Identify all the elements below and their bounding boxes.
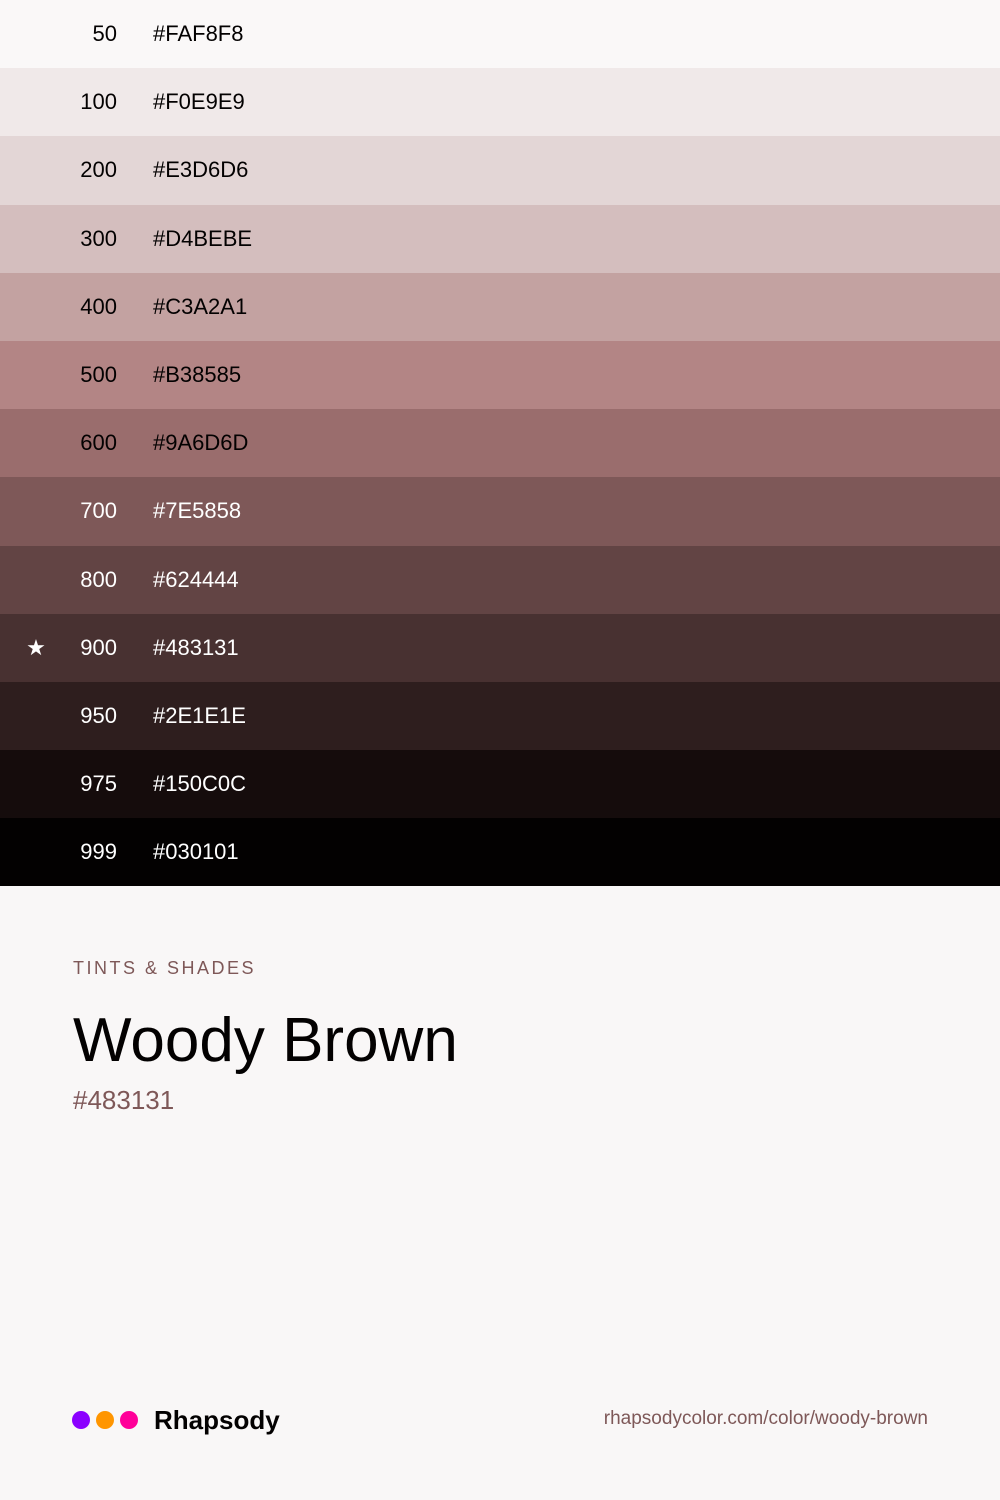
swatch-hex[interactable]: #2E1E1E — [153, 703, 246, 729]
swatch-shade: 700 — [80, 498, 117, 524]
swatch-shade: 800 — [80, 566, 117, 592]
swatch-list: 50 #FAF8F8 100 #F0E9E9 200 #E3D6D6 300 #D4BEBE 4… — [0, 0, 1000, 887]
swatch-hex[interactable]: #C3A2A1 — [153, 294, 247, 320]
swatch-row-600[interactable]: 600 #9A6D6D — [0, 409, 1000, 478]
page: 50 #FAF8F8 100 #F0E9E9 200 #E3D6D6 300 #D4BEBE 4… — [0, 0, 1000, 1500]
brand-dot-orange — [96, 1411, 114, 1429]
swatch-shade: 999 — [80, 839, 117, 865]
swatch-row-800[interactable]: 800 #624444 — [0, 545, 1000, 614]
swatch-row-950[interactable]: 950 #2E1E1E — [0, 681, 1000, 751]
swatch-hex[interactable]: #B38585 — [153, 362, 241, 388]
swatch-shade: 300 — [80, 225, 117, 251]
brand-dot-purple — [72, 1411, 90, 1429]
swatch-row-100[interactable]: 100 #F0E9E9 — [0, 68, 1000, 137]
swatch-row-999[interactable]: 999 #030101 — [0, 818, 1000, 887]
brand-name: Rhapsody — [154, 1404, 280, 1435]
swatch-row-975[interactable]: 975 #150C0C — [0, 750, 1000, 819]
swatch-hex[interactable]: #D4BEBE — [153, 226, 252, 252]
swatch-shade: 50 — [92, 21, 117, 47]
swatch-shade: 500 — [80, 362, 117, 388]
swatch-shade: 950 — [80, 702, 117, 728]
swatch-hex[interactable]: #030101 — [153, 839, 239, 865]
swatch-row-400[interactable]: 400 #C3A2A1 — [0, 272, 1000, 341]
swatch-shade: 900 — [80, 634, 117, 660]
section-label: TINTS & SHADES — [73, 958, 257, 978]
swatch-hex[interactable]: #483131 — [153, 635, 239, 661]
swatch-shade: 200 — [80, 157, 117, 183]
swatch-row-50[interactable]: 50 #FAF8F8 — [0, 0, 1000, 69]
swatch-row-500[interactable]: 500 #B38585 — [0, 340, 1000, 410]
color-hex: #483131 — [73, 1085, 175, 1116]
swatch-hex[interactable]: #7E5858 — [153, 498, 241, 524]
color-info: TINTS & SHADES Woody Brown #483131 — [73, 958, 458, 1116]
swatch-hex[interactable]: #E3D6D6 — [153, 157, 248, 183]
swatch-hex[interactable]: #FAF8F8 — [153, 21, 243, 47]
swatch-hex[interactable]: #9A6D6D — [153, 430, 248, 456]
swatch-shade: 400 — [80, 293, 117, 319]
swatch-shade: 100 — [80, 89, 117, 115]
swatch-hex[interactable]: #F0E9E9 — [153, 89, 245, 115]
brand-dot-pink — [120, 1411, 138, 1429]
swatch-hex[interactable]: #150C0C — [153, 771, 246, 797]
swatch-hex[interactable]: #624444 — [153, 567, 239, 593]
swatch-row-300[interactable]: 300 #D4BEBE — [0, 204, 1000, 273]
swatch-row-900[interactable]: ★ 900 #483131 — [0, 613, 1000, 682]
swatch-shade: 975 — [80, 771, 117, 797]
color-name: Woody Brown — [73, 1006, 458, 1075]
page-url-link[interactable]: rhapsodycolor.com/color/woody-brown — [604, 1408, 928, 1430]
swatch-row-200[interactable]: 200 #E3D6D6 — [0, 136, 1000, 205]
swatch-row-700[interactable]: 700 #7E5858 — [0, 477, 1000, 546]
star-icon: ★ — [26, 634, 46, 660]
swatch-shade: 600 — [80, 430, 117, 456]
brand-logo[interactable]: Rhapsody — [72, 1404, 280, 1436]
